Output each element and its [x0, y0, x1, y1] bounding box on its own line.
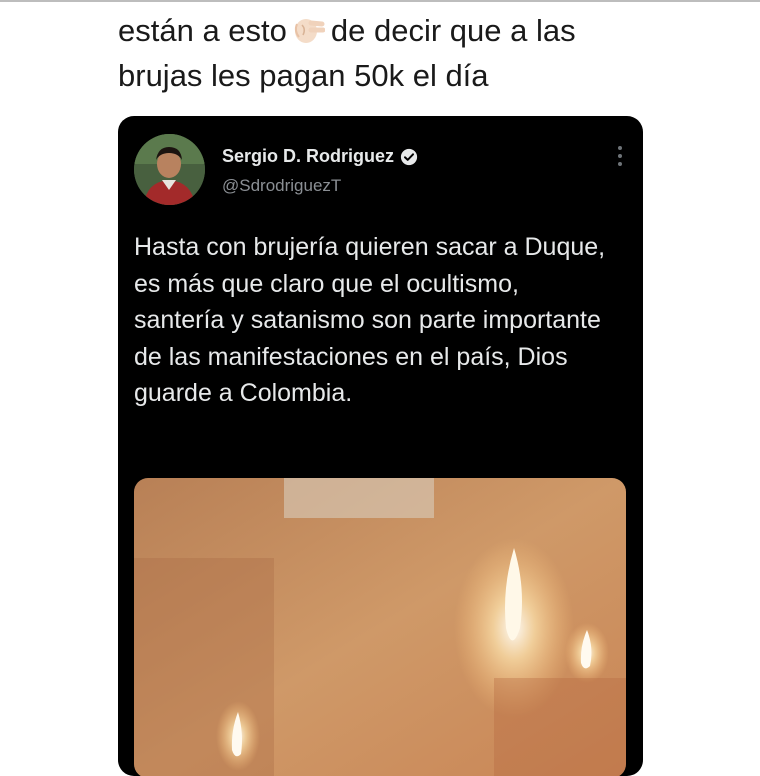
post-caption: están a esto de decir que a las brujas l… — [118, 8, 718, 98]
profile-photo — [134, 134, 205, 205]
tweet-media-image[interactable] — [134, 478, 626, 776]
more-options-icon[interactable] — [617, 146, 623, 166]
caption-text-line2: brujas les pagan 50k el día — [118, 58, 489, 93]
tweet-text: Hasta con brujería quieren sacar a Duque… — [134, 233, 606, 407]
avatar[interactable] — [134, 134, 205, 205]
author-handle[interactable]: @SdrodriguezT — [222, 176, 341, 196]
author-name[interactable]: Sergio D. Rodriguez — [222, 146, 394, 167]
verified-badge-icon — [400, 148, 418, 165]
caption-text-part2: de decir que a las — [330, 13, 576, 48]
pinching-hand-icon — [294, 19, 325, 43]
top-divider — [0, 0, 760, 2]
caption-text-part1: están a esto — [118, 13, 287, 48]
candles-photo — [134, 478, 626, 776]
author-row[interactable]: Sergio D. Rodriguez — [222, 146, 418, 167]
tweet-card[interactable]: Sergio D. Rodriguez @SdrodriguezT Hasta … — [118, 116, 643, 776]
